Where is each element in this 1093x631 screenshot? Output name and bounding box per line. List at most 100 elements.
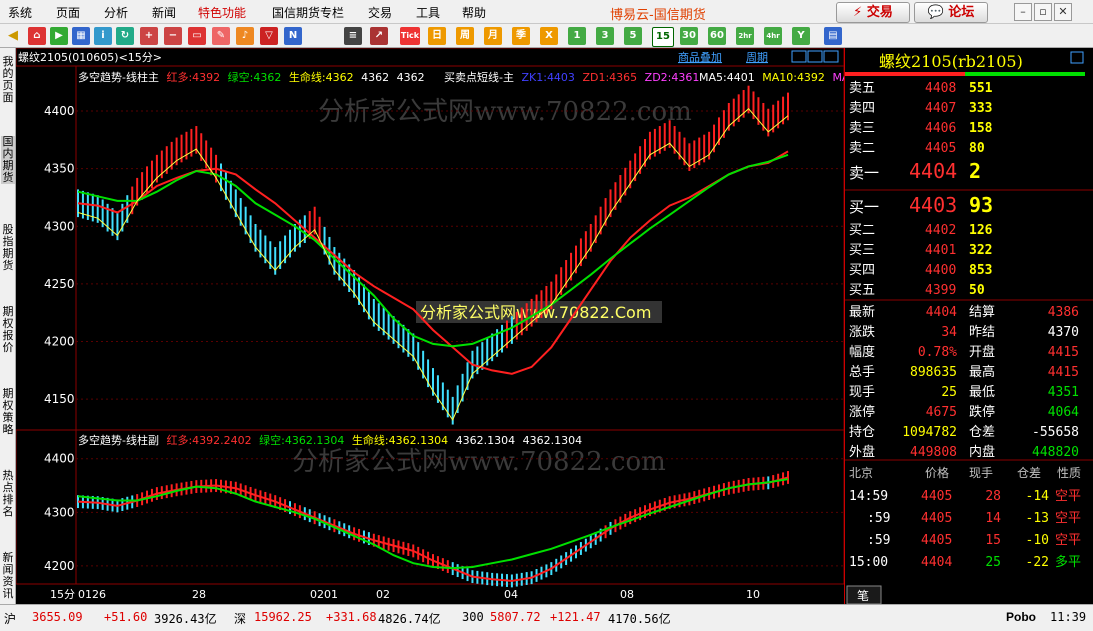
tick-time: 15:00 xyxy=(849,555,888,570)
menu-help[interactable]: 帮助 xyxy=(462,4,486,21)
chat-bubble-icon: 💬 xyxy=(927,5,944,20)
chart-icon[interactable]: ↗ xyxy=(370,27,388,45)
period-60-button[interactable]: 60 xyxy=(708,27,726,45)
month-button[interactable]: 月 xyxy=(484,27,502,45)
menu-tools[interactable]: 工具 xyxy=(416,4,440,21)
filter-icon[interactable]: ▽ xyxy=(260,27,278,45)
kline-chart[interactable]: 螺纹2105(010605)<15分> 商品叠加 周期 多空趋势-线柱主 红多:… xyxy=(16,48,844,604)
series-line-red xyxy=(77,150,789,375)
menu-system[interactable]: 系统 xyxy=(8,4,32,21)
i300-amount: 4170.56亿 xyxy=(608,612,671,626)
list-icon[interactable]: ≡ xyxy=(344,27,362,45)
menu-trade[interactable]: 交易 xyxy=(368,4,392,21)
period-y-button[interactable]: Y xyxy=(792,27,810,45)
tick-nature: 空平 xyxy=(1055,511,1081,526)
stat-value: 4351 xyxy=(1048,385,1079,400)
bid-price: 4399 xyxy=(925,283,956,298)
settings-icon[interactable]: ▤ xyxy=(824,27,842,45)
maximize-icon[interactable]: ▫ xyxy=(1034,3,1052,21)
stat-label: 昨结 xyxy=(969,325,995,340)
chart-area[interactable]: 螺纹2105(010605)<15分> 商品叠加 周期 多空趋势-线柱主 红多:… xyxy=(16,48,844,604)
sidebar-item-options-strategy[interactable]: 期权策略 xyxy=(1,388,15,436)
zoom-out-icon[interactable]: − xyxy=(164,27,182,45)
bid-price: 4403 xyxy=(909,193,957,217)
forward-icon[interactable]: ▶ xyxy=(50,27,68,45)
sidebar-item-news[interactable]: 新闻资讯 xyxy=(1,552,15,600)
stat-value: 4064 xyxy=(1048,405,1079,420)
home-icon[interactable]: ⌂ xyxy=(28,27,46,45)
tick-volume: 28 xyxy=(985,489,1001,504)
left-sidebar: 我的页面 国内期货 股指期货 期权报价 期权策略 热点排名 新闻资讯 xyxy=(0,48,16,604)
menu-features[interactable]: 特色功能 xyxy=(198,4,246,21)
stat-value: 898635 xyxy=(910,365,957,380)
trade-button[interactable]: ⚡ 交易 xyxy=(836,2,910,23)
ask-volume: 80 xyxy=(969,141,985,156)
refresh-icon[interactable]: ↻ xyxy=(116,27,134,45)
watermark-sub: 分析家公式网www.70822.com xyxy=(292,447,666,477)
period-1-button[interactable]: 1 xyxy=(568,27,586,45)
y-tick-label: 4400 xyxy=(44,452,75,466)
tick-button[interactable]: Tick xyxy=(400,27,420,45)
menu-guoxin-column[interactable]: 国信期货专栏 xyxy=(272,4,344,21)
sidebar-item-index-futures[interactable]: 股指期货 xyxy=(1,224,15,272)
overlay-commodity-link[interactable]: 商品叠加 xyxy=(678,50,722,64)
brand-title: 博易云-国信期货 xyxy=(610,8,706,23)
x-tick-label: 0201 xyxy=(310,588,338,601)
new-icon[interactable]: N xyxy=(284,27,302,45)
pen-icon[interactable]: ✎ xyxy=(212,27,230,45)
ask-price: 4404 xyxy=(909,159,957,183)
tick-nature: 多平 xyxy=(1055,554,1081,570)
x-button[interactable]: X xyxy=(540,27,558,45)
panel-toggle-icon[interactable] xyxy=(1070,51,1084,64)
menu-news[interactable]: 新闻 xyxy=(152,4,176,21)
zoom-in-icon[interactable]: + xyxy=(140,27,158,45)
window-icon[interactable]: ▭ xyxy=(188,27,206,45)
stat-value: 4386 xyxy=(1048,305,1079,320)
stat-label: 内盘 xyxy=(969,444,995,460)
tick-oi-change: -14 xyxy=(1026,489,1050,504)
bell-icon[interactable]: ♪ xyxy=(236,27,254,45)
bid-volume: 50 xyxy=(969,283,985,298)
period-5-button[interactable]: 5 xyxy=(624,27,642,45)
tick-header-nature: 性质 xyxy=(1057,466,1081,480)
day-button[interactable]: 日 xyxy=(428,27,446,45)
grid-icon[interactable]: ▦ xyxy=(72,27,90,45)
sidebar-item-domestic-futures[interactable]: 国内期货 xyxy=(1,136,15,184)
period-link[interactable]: 周期 xyxy=(746,51,768,64)
quote-panel: 螺纹2105(rb2105) 卖五 4408 551 卖四 4407 333 卖三 4406 1… xyxy=(844,48,1093,604)
close-icon[interactable]: ✕ xyxy=(1054,3,1072,21)
sidebar-item-hot-ranking[interactable]: 热点排名 xyxy=(1,470,15,518)
bid-label: 买四 xyxy=(849,263,875,278)
period-3-button[interactable]: 3 xyxy=(596,27,614,45)
y-tick-label: 4300 xyxy=(44,219,75,233)
period-30-button[interactable]: 30 xyxy=(680,27,698,45)
period-2hr-button[interactable]: 2hr xyxy=(736,27,754,45)
y-tick-label: 4350 xyxy=(44,162,75,176)
y-tick-label: 4400 xyxy=(44,104,75,118)
sidebar-item-options-quote[interactable]: 期权报价 xyxy=(1,306,15,354)
signal-legend: 买卖点短线-主 ZK1:4403 ZD1:4365 ZD2:4361 xyxy=(444,70,699,84)
menu-bar: 系统 页面 分析 新闻 特色功能 国信期货专栏 交易 工具 帮助 博易云-国信期… xyxy=(0,0,1093,24)
stat-label: 现手 xyxy=(849,385,875,400)
tick-price: 4405 xyxy=(921,533,952,548)
sh-change: +51.60 xyxy=(104,610,148,624)
period-4hr-button[interactable]: 4hr xyxy=(764,27,782,45)
back-arrow-icon[interactable]: ◀ xyxy=(4,27,22,45)
info-icon[interactable]: i xyxy=(94,27,112,45)
season-button[interactable]: 季 xyxy=(512,27,530,45)
ask-label: 卖一 xyxy=(849,164,879,182)
week-button[interactable]: 周 xyxy=(456,27,474,45)
pobo-logo: Pobo xyxy=(1006,610,1036,624)
stat-value: 0.78% xyxy=(918,345,957,360)
sub-legend: 多空趋势-线柱副 红多:4392.2402 绿空:4362.1304 生命线:4… xyxy=(78,433,582,447)
forum-button[interactable]: 💬 论坛 xyxy=(914,2,988,23)
minimize-icon[interactable]: – xyxy=(1014,3,1032,21)
menu-page[interactable]: 页面 xyxy=(56,4,80,21)
x-tick-label: 28 xyxy=(192,588,206,601)
status-bar: 沪 3655.09 +51.60 3926.43亿 深 15962.25 +33… xyxy=(0,604,1093,631)
tick-price: 4404 xyxy=(921,555,952,570)
menu-analysis[interactable]: 分析 xyxy=(104,4,128,21)
period-15-button[interactable]: 15 xyxy=(652,27,674,47)
stat-value: 4675 xyxy=(926,405,957,420)
sidebar-item-my-page[interactable]: 我的页面 xyxy=(1,56,15,104)
